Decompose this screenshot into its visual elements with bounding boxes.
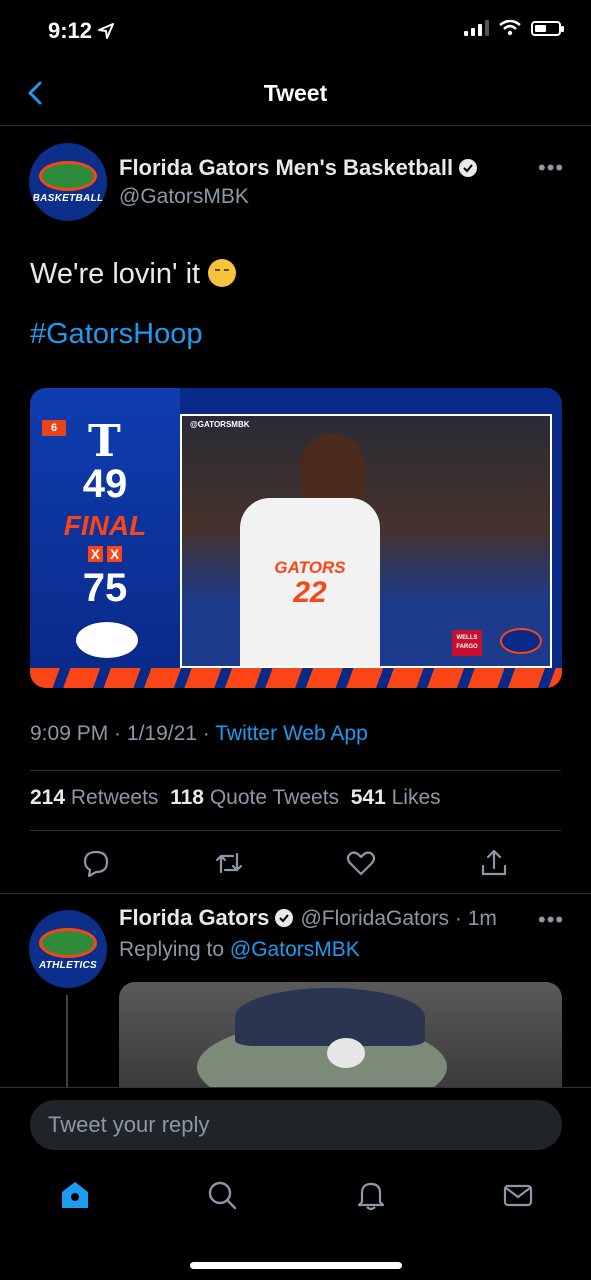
home-tab-icon[interactable] — [58, 1178, 92, 1212]
messages-tab-icon[interactable] — [501, 1178, 535, 1212]
verified-badge-icon — [275, 909, 294, 927]
replying-to-handle-link[interactable]: @GatorsMBK — [230, 938, 360, 961]
tweet-media-image[interactable]: 6 T 49 FINAL XX 75 @GATORSMBK GATORS 22 … — [30, 388, 562, 688]
rank-badge: 6 — [42, 420, 66, 436]
status-time: 9:12 — [48, 18, 115, 44]
notifications-tab-icon[interactable] — [354, 1178, 388, 1212]
sponsor-logo: WELLS FARGO — [452, 630, 482, 656]
mascot-cap — [235, 988, 425, 1046]
player-jersey: GATORS 22 — [240, 498, 380, 666]
reply-icon[interactable] — [79, 846, 113, 880]
source-link[interactable]: Twitter Web App — [215, 722, 368, 745]
reply-author-name[interactable]: Florida Gators — [119, 905, 269, 930]
author-info[interactable]: Florida Gators Men's Basketball — [119, 155, 478, 181]
home-indicator[interactable] — [190, 1262, 402, 1269]
opponent-logo: T — [88, 416, 121, 467]
location-arrow-icon — [98, 23, 115, 39]
header-divider — [0, 125, 591, 126]
gators-score: 75 — [82, 566, 128, 610]
cellular-signal-icon — [464, 20, 489, 36]
tweet-text: We're lovin' it — [30, 258, 237, 291]
score-panel: 6 T 49 FINAL XX 75 — [30, 388, 180, 668]
jersey-word: GATORS — [274, 558, 346, 577]
status-indicators — [464, 20, 564, 36]
game-status: FINAL — [63, 510, 147, 541]
share-icon[interactable] — [477, 846, 511, 880]
mascot-eye — [327, 1038, 365, 1068]
author-name[interactable]: Florida Gators Men's Basketball — [119, 155, 453, 180]
reply-more-options-icon[interactable]: ••• — [538, 907, 564, 933]
actions-divider — [0, 893, 591, 894]
reply-author-row: Florida Gators @FloridaGators · 1m — [119, 905, 497, 930]
page-title: Tweet — [263, 80, 328, 106]
gator-logo-icon — [39, 927, 97, 958]
author-handle[interactable]: @GatorsMBK — [119, 185, 249, 209]
quote-tweets-count[interactable]: 118 Quote Tweets — [170, 786, 339, 809]
gator-logo-icon — [39, 160, 97, 191]
wifi-icon — [499, 20, 521, 36]
verified-badge-icon — [459, 159, 478, 177]
photo-tag: @GATORSMBK — [190, 420, 250, 429]
opponent-score: 49 — [82, 462, 128, 506]
divider-marks: XX — [30, 546, 180, 562]
more-options-icon[interactable]: ••• — [538, 155, 564, 181]
stats-divider — [30, 830, 561, 831]
tweet-stats: 214 Retweets 118 Quote Tweets 541 Likes — [30, 786, 441, 810]
like-heart-icon[interactable] — [344, 846, 378, 880]
reply-author-handle[interactable]: @FloridaGators — [300, 907, 449, 930]
retweet-icon[interactable] — [212, 846, 246, 880]
reply-author-avatar[interactable]: ATHLETICS — [29, 910, 107, 988]
battery-icon — [531, 20, 564, 36]
gators-logo-icon — [74, 620, 140, 660]
hashtag-link[interactable]: #GatorsHoop — [30, 318, 203, 351]
meta-divider — [30, 770, 561, 771]
reply-media-image[interactable] — [119, 982, 562, 1090]
thread-line — [66, 995, 68, 1087]
reply-input[interactable] — [30, 1100, 562, 1150]
smirk-emoji-icon — [208, 259, 237, 287]
reply-age: 1m — [467, 907, 497, 930]
tweet-timestamp: 9:09 PM · 1/19/21 · Twitter Web App — [30, 722, 368, 745]
likes-count[interactable]: 541 Likes — [351, 786, 441, 809]
player-photo: @GATORSMBK GATORS 22 WELLS FARGO — [180, 414, 552, 668]
retweets-count[interactable]: 214 Retweets — [30, 786, 158, 809]
jersey-number: 22 — [293, 576, 327, 609]
search-tab-icon[interactable] — [205, 1178, 239, 1212]
gators-small-logo-icon — [500, 628, 542, 654]
replying-to: Replying to @GatorsMBK — [119, 938, 360, 961]
author-avatar[interactable]: BASKETBALL — [29, 143, 107, 221]
decorative-stripe — [30, 668, 562, 688]
